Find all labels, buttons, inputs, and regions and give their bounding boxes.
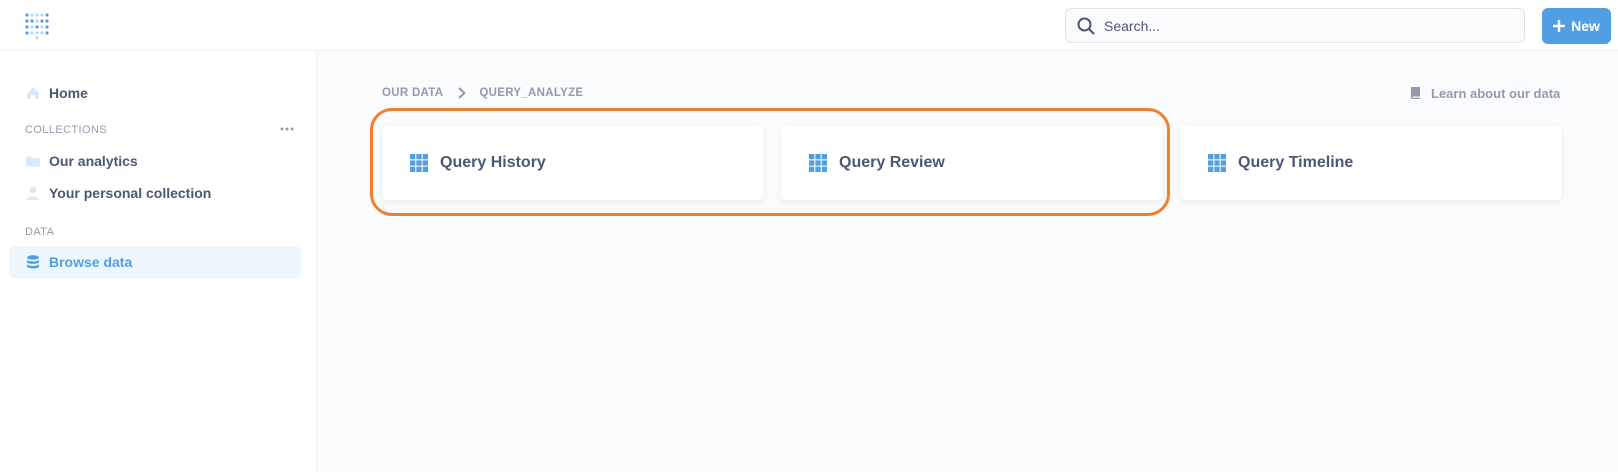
table-grid-icon xyxy=(410,154,428,172)
table-card-query-history[interactable]: Query History xyxy=(382,126,764,200)
breadcrumb: OUR DATA QUERY_ANALYZE xyxy=(382,85,583,101)
sidebar-item-home[interactable]: Home xyxy=(9,77,301,109)
metabase-logo-icon[interactable] xyxy=(24,12,50,40)
home-icon xyxy=(27,87,39,99)
table-card-label: Query History xyxy=(440,154,546,171)
data-heading: DATA xyxy=(25,226,55,238)
sidebar-item-label: Your personal collection xyxy=(49,185,212,201)
plus-icon xyxy=(1553,20,1566,32)
breadcrumb-our-data[interactable]: OUR DATA xyxy=(382,87,443,99)
table-card-label: Query Timeline xyxy=(1238,154,1354,171)
search-input[interactable] xyxy=(1104,9,1504,42)
table-card-label: Query Review xyxy=(839,154,945,171)
top-nav: New xyxy=(0,0,1618,51)
folder-icon xyxy=(26,156,40,167)
more-options-icon[interactable] xyxy=(280,127,294,131)
search-bar[interactable] xyxy=(1065,8,1525,43)
collections-heading: COLLECTIONS xyxy=(25,124,108,136)
breadcrumb-query-analyze: QUERY_ANALYZE xyxy=(479,87,584,99)
search-icon xyxy=(1077,17,1095,35)
sidebar-item-label: Browse data xyxy=(49,254,133,270)
sidebar-item-our-analytics[interactable]: Our analytics xyxy=(9,145,301,177)
sidebar-item-label: Our analytics xyxy=(49,153,138,169)
table-card-query-review[interactable]: Query Review xyxy=(781,126,1163,200)
table-card-query-timeline[interactable]: Query Timeline xyxy=(1180,126,1562,200)
table-grid-icon xyxy=(809,154,827,172)
sidebar-item-browse-data[interactable]: Browse data xyxy=(9,246,301,278)
table-grid-icon xyxy=(1208,154,1226,172)
sidebar-item-label: Home xyxy=(49,85,88,101)
book-icon xyxy=(1411,87,1420,99)
new-button[interactable]: New xyxy=(1542,8,1611,44)
sidebar-item-personal-collection[interactable]: Your personal collection xyxy=(9,177,301,209)
new-button-label: New xyxy=(1571,18,1600,34)
chevron-right-icon xyxy=(458,87,467,99)
learn-link-label: Learn about our data xyxy=(1431,85,1561,101)
sidebar: Home COLLECTIONS Our analytics Your pers… xyxy=(0,51,317,472)
person-icon xyxy=(27,186,39,200)
learn-about-data-link[interactable]: Learn about our data xyxy=(1410,84,1560,102)
database-icon xyxy=(27,255,39,269)
